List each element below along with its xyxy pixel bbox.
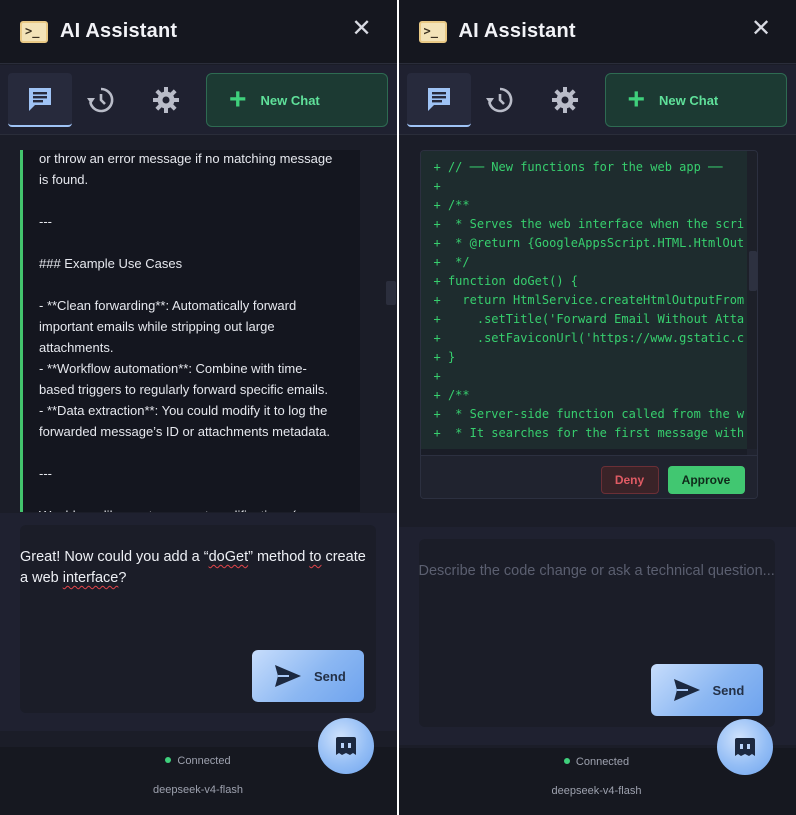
- code-review-card: + // ── New functions for the web app ──…: [419, 150, 758, 499]
- robot-fab-button[interactable]: [318, 718, 374, 774]
- input-text-part: ?: [118, 570, 127, 586]
- header: >_ AI Assistant ✕: [398, 0, 796, 64]
- code-line: + .setTitle('Forward Email Without Atta: [433, 312, 745, 326]
- code-line: + * It searches for the first message wi…: [433, 426, 745, 440]
- code-line: + */: [433, 255, 470, 269]
- chat-icon: [29, 88, 51, 111]
- assistant-panel-right: >_ AI Assistant ✕ + New Chat + // ── New…: [398, 0, 796, 815]
- robot-fab-button[interactable]: [716, 719, 773, 775]
- input-text-part: ” method: [248, 549, 310, 565]
- tab-chat[interactable]: [8, 73, 72, 127]
- code-line: + * Serves the web interface when the sc…: [433, 217, 745, 231]
- gear-icon: [551, 87, 578, 113]
- header: >_ AI Assistant ✕: [0, 0, 397, 64]
- terminal-icon: >_: [20, 20, 48, 43]
- review-actions: Deny Approve: [420, 455, 757, 498]
- code-line: + return HtmlService.createHtmlOutputFro…: [433, 293, 745, 307]
- model-name: deepseek-v4-flash: [551, 785, 642, 797]
- chat-icon: [427, 88, 450, 111]
- send-icon: [275, 665, 301, 687]
- assistant-message: or throw an error message if no matching…: [39, 151, 333, 512]
- new-chat-button[interactable]: + New Chat: [604, 73, 787, 127]
- code-line: + function doGet() {: [433, 274, 579, 288]
- chat-message-area[interactable]: or throw an error message if no matching…: [20, 150, 360, 512]
- spellcheck-word: to: [309, 549, 322, 565]
- history-icon: [485, 87, 512, 113]
- code-line: + // ── New functions for the web app ──: [433, 160, 723, 174]
- scrollbar-thumb[interactable]: [748, 251, 757, 291]
- new-chat-button[interactable]: + New Chat: [206, 73, 388, 127]
- tab-settings[interactable]: [134, 73, 198, 127]
- robot-icon: [336, 737, 356, 755]
- message-input-placeholder[interactable]: Describe the code change or ask a techni…: [419, 563, 779, 579]
- app-title: AI Assistant: [60, 20, 178, 42]
- send-label: Send: [712, 682, 745, 698]
- new-chat-label: New Chat: [260, 92, 320, 108]
- tab-chat[interactable]: [406, 73, 471, 127]
- plus-icon: +: [229, 83, 247, 116]
- code-vertical-scrollbar[interactable]: [746, 151, 757, 449]
- panel-divider: [396, 0, 398, 815]
- code-line: + .setFaviconUrl('https://www.gstatic.c: [433, 331, 745, 345]
- new-chat-label: New Chat: [659, 92, 719, 108]
- send-icon: [673, 679, 700, 701]
- input-text-part: Great! Now could you add a “: [20, 549, 209, 565]
- spellcheck-word: interface: [62, 570, 119, 586]
- code-diff[interactable]: + // ── New functions for the web app ──…: [420, 151, 747, 449]
- tab-history[interactable]: [467, 73, 531, 127]
- code-line: + /**: [433, 388, 470, 402]
- approve-button[interactable]: Approve: [667, 466, 745, 494]
- app-title: AI Assistant: [458, 20, 576, 42]
- gear-icon: [153, 87, 179, 113]
- assistant-panel-left: >_ AI Assistant ✕ + New Chat or throw an…: [0, 0, 397, 815]
- plus-icon: +: [627, 83, 646, 116]
- code-line: +: [433, 179, 441, 193]
- status-dot-icon: [563, 758, 570, 765]
- history-icon: [87, 87, 114, 113]
- send-button[interactable]: Send: [650, 664, 763, 716]
- tab-settings[interactable]: [533, 73, 597, 127]
- code-line: + }: [433, 350, 456, 364]
- message-input-text[interactable]: Great! Now could you add a “doGet” metho…: [20, 547, 370, 589]
- code-line: + * Server-side function called from the…: [433, 407, 745, 421]
- input-area: Great! Now could you add a “doGet” metho…: [0, 513, 397, 731]
- status-dot-icon: [165, 757, 172, 764]
- send-button[interactable]: Send: [252, 650, 364, 702]
- scrollbar[interactable]: [386, 281, 396, 305]
- model-name: deepseek-v4-flash: [153, 784, 243, 796]
- tab-bar: + New Chat: [0, 65, 397, 135]
- deny-button[interactable]: Deny: [600, 466, 659, 494]
- code-line: + /**: [433, 198, 470, 212]
- connection-status-text: Connected: [575, 756, 630, 768]
- robot-icon: [734, 738, 755, 756]
- close-icon[interactable]: ✕: [351, 17, 373, 41]
- connection-status-text: Connected: [177, 755, 231, 767]
- code-line: + * @return {GoogleAppsScript.HTML.HtmlO…: [433, 236, 745, 250]
- input-area: Describe the code change or ask a techni…: [398, 527, 796, 745]
- tab-bar: + New Chat: [398, 65, 796, 135]
- terminal-icon: >_: [418, 20, 447, 43]
- close-icon[interactable]: ✕: [750, 17, 772, 41]
- spellcheck-word: doGet: [208, 549, 249, 565]
- tab-history[interactable]: [68, 73, 132, 127]
- code-line: +: [433, 369, 441, 383]
- send-label: Send: [314, 668, 346, 684]
